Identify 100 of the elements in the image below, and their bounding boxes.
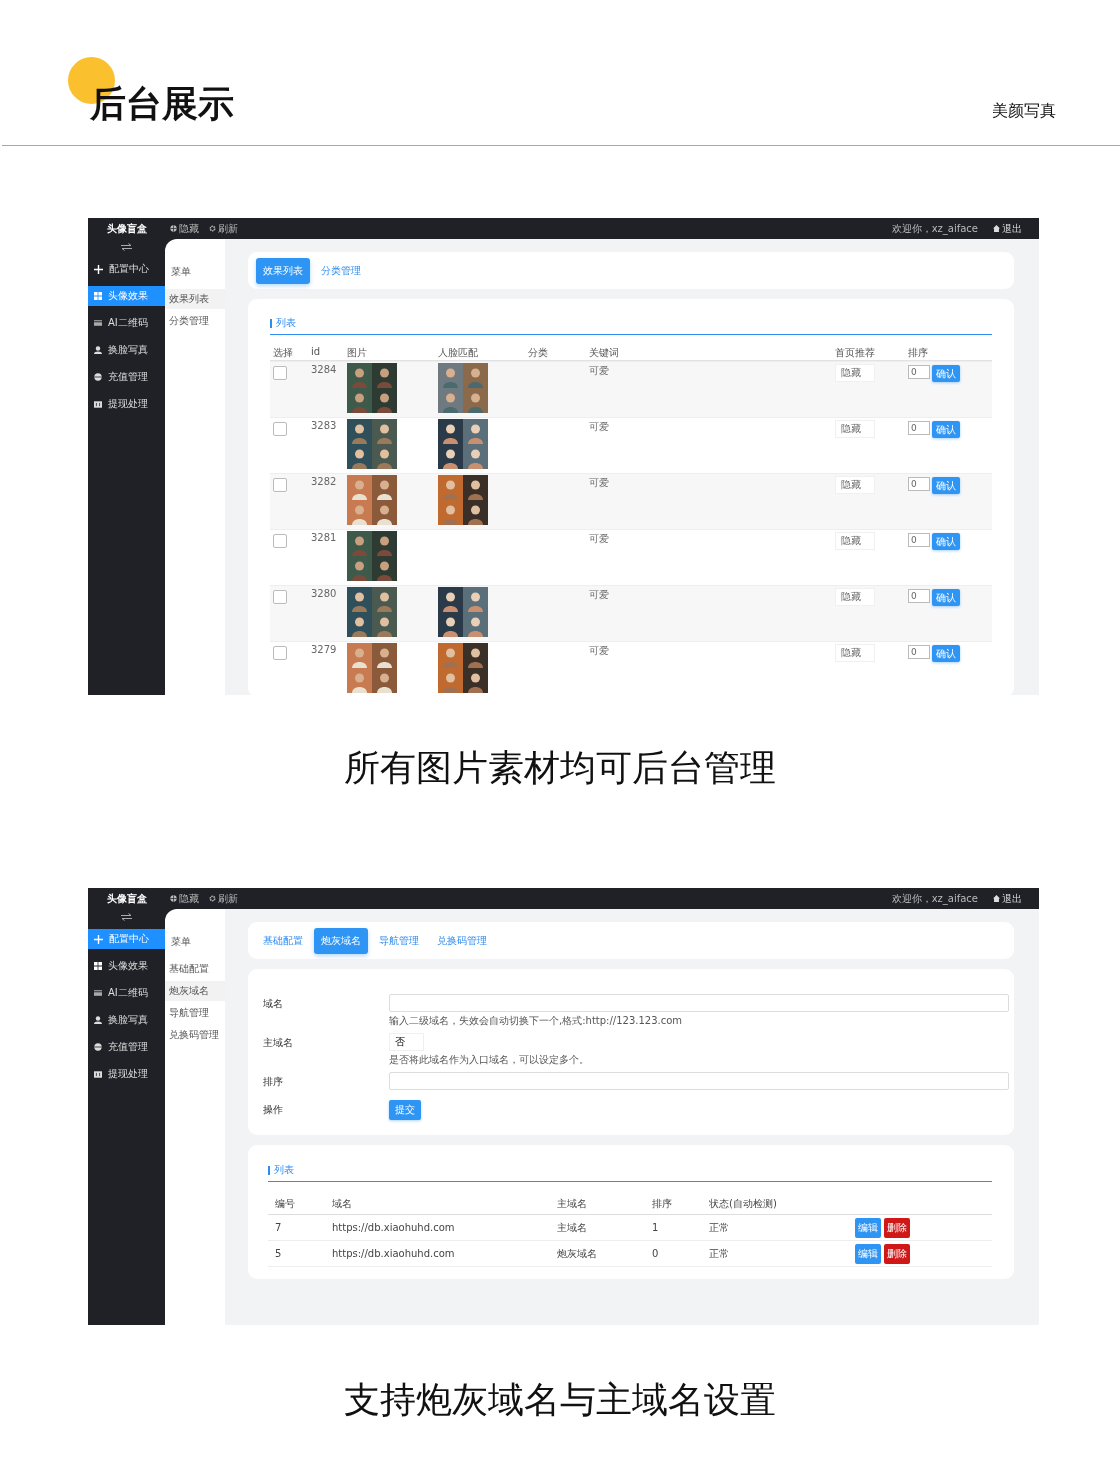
recommend-select[interactable]: 隐藏 [835,364,875,382]
column-header: 图片 [347,346,368,358]
submenu-item[interactable]: 兑换码管理 [165,1025,225,1045]
table-cell-text: 7 [275,1222,283,1233]
checkbox[interactable] [273,422,287,436]
id-cell-text: 3279 [311,643,338,656]
sidebar-item[interactable]: AI二维码 [88,313,165,333]
id-cell-text: 3283 [311,419,338,432]
plus-icon [94,264,103,274]
submenu-item[interactable]: 导航管理 [165,1003,225,1023]
header-tag: 美颜写真 [992,101,1056,122]
id-cell-text: 3281 [311,531,338,544]
card-icon [94,990,102,996]
input-field[interactable] [389,1072,1009,1090]
list-heading: 列表 [268,1163,992,1182]
keyword-cell-text: 可爱 [589,532,610,544]
input-field[interactable] [389,994,1009,1012]
column-header: 域名 [332,1197,353,1211]
table-cell-text: 1 [652,1222,660,1233]
form-label: 主域名 [263,1036,294,1050]
welcome-text: 欢迎你，xz_aiface [891,891,978,906]
sidebar-item[interactable]: 提现处理 [88,1064,165,1084]
tab[interactable]: 基础配置 [256,927,310,954]
select-field[interactable]: 否 [389,1033,424,1051]
submenu-item[interactable]: 炮灰域名 [165,981,225,1001]
plus-icon [94,934,103,944]
recommend-select[interactable]: 隐藏 [835,476,875,494]
globe-icon [170,225,177,232]
checkbox[interactable] [273,366,287,380]
person-icon [94,1016,102,1024]
caption: 支持炮灰域名与主域名设置 [343,1378,777,1422]
column-header: 分类 [528,346,549,358]
column-header: id [311,346,322,358]
recommend-select[interactable]: 隐藏 [835,588,875,606]
sort-input[interactable]: 0 [908,645,930,659]
sidebar-item[interactable]: 配置中心 [88,259,165,279]
sidebar-item[interactable]: 换脸写真 [88,340,165,360]
sort-input[interactable]: 0 [908,365,930,379]
column-header: 选择 [273,346,294,358]
brand-title: 头像盲盒 [105,891,148,906]
swap-icon[interactable] [121,913,132,921]
globe-icon [94,1043,102,1051]
submenu-item[interactable]: 分类管理 [165,311,225,331]
checkbox[interactable] [273,646,287,660]
table-cell-text: 正常 [709,1246,730,1261]
column-header: 排序 [908,346,929,358]
submenu-title: 菜单 [170,935,192,949]
toolbar-button[interactable]: 刷新 [204,891,243,906]
sidebar-item[interactable]: 配置中心 [88,929,165,949]
toolbar-button[interactable]: 隐藏 [165,221,204,236]
keyword-cell-text: 可爱 [589,476,610,488]
keyword-cell-text: 可爱 [589,364,610,376]
tab[interactable]: 兑换码管理 [430,927,494,954]
table-cell-text: https://db.xiaohuhd.com [332,1222,456,1233]
column-header: 状态(自动检测) [709,1197,778,1211]
sidebar-item[interactable]: 头像效果 [88,286,165,306]
logout-button[interactable]: 退出 [988,221,1027,236]
delete-button[interactable]: 删除 [884,1243,910,1264]
column-header: 排序 [652,1197,673,1211]
logout-button[interactable]: 退出 [988,891,1027,906]
sidebar-item[interactable]: 提现处理 [88,394,165,414]
gear-icon [209,895,216,902]
recommend-select[interactable]: 隐藏 [835,532,875,550]
sort-input[interactable]: 0 [908,589,930,603]
swap-icon[interactable] [121,243,132,251]
sidebar-item[interactable]: 充值管理 [88,1037,165,1057]
sidebar-item[interactable]: 充值管理 [88,367,165,387]
field-hint: 输入二级域名，失效会自动切换下一个,格式:http://123.123.com [389,1014,683,1028]
recommend-select[interactable]: 隐藏 [835,420,875,438]
column-header: 编号 [275,1197,296,1211]
sort-input[interactable]: 0 [908,421,930,435]
id-cell-text: 3284 [311,363,338,376]
checkbox[interactable] [273,478,287,492]
sidebar-item[interactable]: 头像效果 [88,956,165,976]
ticket-icon [94,1070,102,1078]
brand-title: 头像盲盒 [105,221,148,236]
tab[interactable]: 分类管理 [314,257,368,284]
sidebar-item[interactable]: AI二维码 [88,983,165,1003]
checkbox[interactable] [273,534,287,548]
sort-input[interactable]: 0 [908,477,930,491]
sidebar-item[interactable]: 换脸写真 [88,1010,165,1030]
column-header: 首页推荐 [835,346,876,358]
keyword-cell-text: 可爱 [589,420,610,432]
tab[interactable]: 导航管理 [372,927,426,954]
submenu-item[interactable]: 效果列表 [165,289,225,309]
form-label: 域名 [263,997,284,1011]
recommend-select[interactable]: 隐藏 [835,644,875,662]
grid-icon [94,292,102,300]
toolbar-button[interactable]: 隐藏 [165,891,204,906]
table-cell-text: 主域名 [557,1220,588,1235]
submenu-title: 菜单 [170,265,192,279]
page-title: 后台展示 [90,82,234,126]
table-cell-text: https://db.xiaohuhd.com [332,1248,456,1259]
toolbar-button[interactable]: 刷新 [204,221,243,236]
delete-button[interactable]: 删除 [884,1217,910,1238]
checkbox[interactable] [273,590,287,604]
home-icon [993,895,1000,902]
submenu-item[interactable]: 基础配置 [165,959,225,979]
card-icon [94,320,102,326]
sort-input[interactable]: 0 [908,533,930,547]
